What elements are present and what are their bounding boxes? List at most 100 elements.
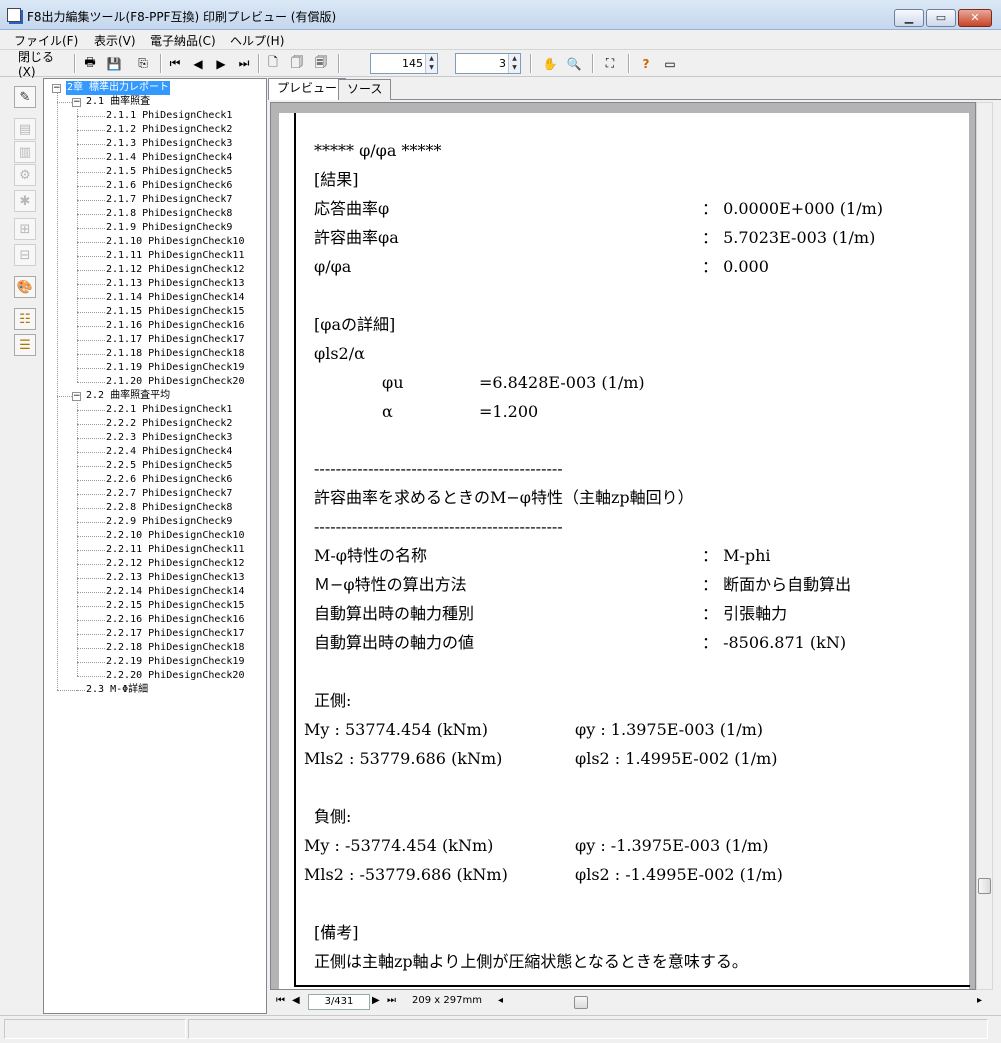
tree-node-item[interactable]: 2.2.4 PhiDesignCheck4 — [106, 445, 232, 459]
pages-per-view-input[interactable]: 3 ▲ ▼ — [455, 53, 521, 74]
tree-node-item[interactable]: 2.2.7 PhiDesignCheck7 — [106, 487, 232, 501]
tree-node-item[interactable]: 2.1.14 PhiDesignCheck14 — [106, 291, 244, 305]
zoom-spin-arrows[interactable]: ▲ ▼ — [425, 54, 437, 73]
tree-expand-icon[interactable]: ⊞ — [14, 218, 36, 240]
next-page-icon[interactable]: ▶ — [212, 53, 230, 74]
maximize-button[interactable]: ▭ — [926, 9, 956, 27]
minimize-button[interactable]: ▁ — [894, 9, 924, 27]
tree-node-item[interactable]: 2.2.3 PhiDesignCheck3 — [106, 431, 232, 445]
page-down-icon[interactable]: ▥ — [14, 141, 36, 163]
prev-page-icon[interactable]: ◀ — [189, 53, 207, 74]
two-page-icon[interactable]: 🗍 — [288, 53, 306, 74]
tree-section1-expander[interactable]: − — [72, 98, 81, 107]
tree-node-item[interactable]: 2.1.11 PhiDesignCheck11 — [106, 249, 244, 263]
tree-node-item[interactable]: 2.1.2 PhiDesignCheck2 — [106, 123, 232, 137]
tree-node-item[interactable]: 2.1.16 PhiDesignCheck16 — [106, 319, 244, 333]
tree-node-item[interactable]: 2.1.6 PhiDesignCheck6 — [106, 179, 232, 193]
tree-node-item[interactable]: 2.2.15 PhiDesignCheck15 — [106, 599, 244, 613]
preview-pane[interactable]: ***** φ/φa ***** [結果] 応答曲率φ ： 0.0000E+00… — [270, 102, 976, 990]
tree-node-section[interactable]: 2.3 M-Φ詳細 — [86, 683, 148, 697]
menu-file[interactable]: ファイル(F) — [14, 32, 78, 49]
first-page-icon[interactable]: ⏮ — [166, 53, 184, 74]
tree-node-item[interactable]: 2.2.19 PhiDesignCheck19 — [106, 655, 244, 669]
nav-next-icon[interactable]: ▶ — [372, 995, 380, 1006]
print-icon[interactable]: 🖶 — [80, 53, 100, 74]
tab-source[interactable]: ソース — [338, 79, 392, 100]
settings-disabled-icon[interactable]: ⚙ — [14, 164, 36, 186]
tree-node-item[interactable]: 2.1.19 PhiDesignCheck19 — [106, 361, 244, 375]
menu-view[interactable]: 表示(V) — [94, 32, 136, 49]
menu-electronic-delivery[interactable]: 電子納品(C) — [150, 32, 216, 49]
hand-tool-icon[interactable]: ✋ — [540, 53, 560, 74]
tree-node-item[interactable]: 2.2.9 PhiDesignCheck9 — [106, 515, 232, 529]
tree-node-item[interactable]: 2.2.17 PhiDesignCheck17 — [106, 627, 244, 641]
tree-node-item[interactable]: 2.1.8 PhiDesignCheck8 — [106, 207, 232, 221]
tree-node-section[interactable]: 2.2 曲率照査平均 — [86, 389, 170, 403]
tree-node-item[interactable]: 2.1.12 PhiDesignCheck12 — [106, 263, 244, 277]
tree-node-item[interactable]: 2.2.14 PhiDesignCheck14 — [106, 585, 244, 599]
tree-node-item[interactable]: 2.1.10 PhiDesignCheck10 — [106, 235, 244, 249]
save-icon[interactable]: 💾 — [104, 53, 124, 74]
tree-node-item[interactable]: 2.2.5 PhiDesignCheck5 — [106, 459, 232, 473]
menu-help[interactable]: ヘルプ(H) — [230, 32, 284, 49]
fit-page-icon[interactable]: ⛶ — [600, 53, 620, 74]
pages-spin-arrows[interactable]: ▲ ▼ — [508, 54, 520, 73]
tree-node-item[interactable]: 2.1.7 PhiDesignCheck7 — [106, 193, 232, 207]
tree-node-item[interactable]: 2.2.1 PhiDesignCheck1 — [106, 403, 232, 417]
tree-node-item[interactable]: 2.1.17 PhiDesignCheck17 — [106, 333, 244, 347]
last-page-icon[interactable]: ⏭ — [235, 53, 253, 74]
export-icon[interactable]: ⎘ — [132, 53, 154, 74]
single-page-icon[interactable]: 🗋 — [264, 53, 282, 74]
tree-collapse-icon[interactable]: ⊟ — [14, 244, 36, 266]
magnifier-icon[interactable]: 🔍 — [564, 53, 584, 74]
preview-vertical-scrollbar[interactable] — [976, 102, 993, 990]
tree-node-item[interactable]: 2.1.13 PhiDesignCheck13 — [106, 277, 244, 291]
nav-first-icon[interactable]: ⏮ — [276, 995, 285, 1006]
tree-node-item[interactable]: 2.1.15 PhiDesignCheck15 — [106, 305, 244, 319]
tree-node-item[interactable]: 2.2.2 PhiDesignCheck2 — [106, 417, 232, 431]
page-up-icon[interactable]: ▤ — [14, 118, 36, 140]
zoom-input[interactable]: 145 ▲ ▼ — [370, 53, 438, 74]
edit-pen-icon[interactable]: ✎ — [14, 86, 36, 108]
tree-root-expander[interactable]: − — [52, 84, 61, 93]
color-palette-icon[interactable]: 🎨 — [14, 276, 36, 298]
pos-my: My : 53774.454 (kNm) — [304, 720, 488, 739]
tab-preview[interactable]: プレビュー — [268, 78, 347, 100]
nav-last-icon[interactable]: ⏭ — [387, 995, 396, 1006]
tree-node-item[interactable]: 2.2.11 PhiDesignCheck11 — [106, 543, 244, 557]
tree-node-item[interactable]: 2.2.12 PhiDesignCheck12 — [106, 557, 244, 571]
neg-mls2: Mls2 : -53779.686 (kNm) — [304, 865, 508, 884]
tree-view-icon[interactable]: ☷ — [14, 308, 36, 330]
tree-node-section[interactable]: 2.1 曲率照査 — [86, 95, 150, 109]
tree-node-root[interactable]: 2章 標準出力レポート — [66, 81, 171, 95]
outline-view-icon[interactable]: ☰ — [14, 334, 36, 356]
tree-node-item[interactable]: 2.2.20 PhiDesignCheck20 — [106, 669, 244, 683]
tree-node-item[interactable]: 2.1.5 PhiDesignCheck5 — [106, 165, 232, 179]
info-card-icon[interactable]: ▭ — [660, 53, 680, 74]
tree-node-item[interactable]: 2.1.4 PhiDesignCheck4 — [106, 151, 232, 165]
tools-disabled-icon[interactable]: ✱ — [14, 190, 36, 212]
vertical-scroll-thumb[interactable] — [978, 878, 991, 894]
tree-node-item[interactable]: 2.1.1 PhiDesignCheck1 — [106, 109, 232, 123]
close-window-button[interactable]: ✕ — [958, 9, 992, 27]
horizontal-scrollbar[interactable] — [500, 996, 990, 1009]
tree-node-item[interactable]: 2.1.20 PhiDesignCheck20 — [106, 375, 244, 389]
tree-section2-expander[interactable]: − — [72, 392, 81, 401]
tree-node-item[interactable]: 2.2.10 PhiDesignCheck10 — [106, 529, 244, 543]
nav-prev-icon[interactable]: ◀ — [292, 995, 300, 1006]
tree-node-item[interactable]: 2.1.3 PhiDesignCheck3 — [106, 137, 232, 151]
tree-node-item[interactable]: 2.2.16 PhiDesignCheck16 — [106, 613, 244, 627]
tree-node-item[interactable]: 2.2.8 PhiDesignCheck8 — [106, 501, 232, 515]
hscroll-right-icon[interactable]: ▸ — [977, 995, 982, 1006]
multi-page-icon[interactable]: 🗐 — [312, 53, 330, 74]
tree-node-item[interactable]: 2.2.13 PhiDesignCheck13 — [106, 571, 244, 585]
tree-node-item[interactable]: 2.2.18 PhiDesignCheck18 — [106, 641, 244, 655]
tree-node-item[interactable]: 2.1.18 PhiDesignCheck18 — [106, 347, 244, 361]
page-indicator[interactable]: 3/431 — [308, 994, 370, 1010]
tree-node-item[interactable]: 2.1.9 PhiDesignCheck9 — [106, 221, 232, 235]
outline-tree[interactable]: −2章 標準出力レポート −2.1 曲率照査 2.1.1 PhiDesignChec… — [43, 78, 267, 1014]
help-icon[interactable]: ? — [636, 53, 656, 74]
horizontal-scroll-thumb[interactable] — [574, 996, 588, 1009]
tree-node-item[interactable]: 2.2.6 PhiDesignCheck6 — [106, 473, 232, 487]
close-preview-button[interactable]: 閉じる(X) — [18, 50, 70, 79]
